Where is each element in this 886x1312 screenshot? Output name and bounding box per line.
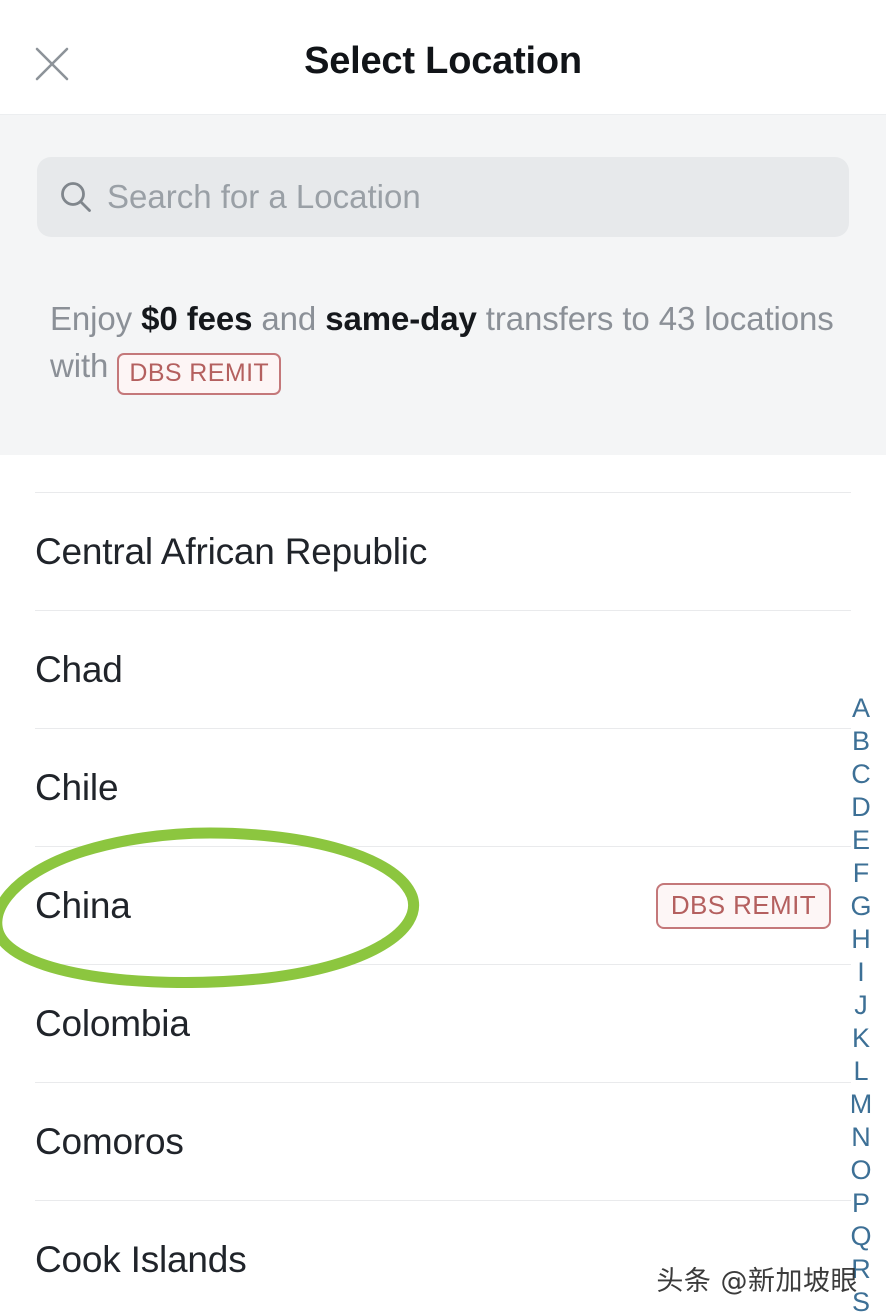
alpha-index-letter[interactable]: L xyxy=(853,1055,868,1088)
alpha-index-letter[interactable]: H xyxy=(851,923,871,956)
list-item-china[interactable]: China DBS REMIT xyxy=(35,846,851,964)
promo-bold-sameday: same-day xyxy=(325,300,476,337)
promo-band: Enjoy $0 fees and same-day transfers to … xyxy=(0,115,886,455)
list-item-label: Comoros xyxy=(35,1121,184,1163)
alpha-index-letter[interactable]: Q xyxy=(850,1220,871,1253)
list-item-label: China xyxy=(35,885,131,927)
alpha-index-letter[interactable]: B xyxy=(852,725,870,758)
alphabet-index[interactable]: A B C D E F G H I J K L M N O P Q R S T xyxy=(844,692,878,1312)
list-item[interactable]: Central African Republic xyxy=(35,492,851,610)
search-icon xyxy=(59,180,93,214)
alpha-index-letter[interactable]: D xyxy=(851,791,871,824)
promo-message: Enjoy $0 fees and same-day transfers to … xyxy=(50,295,840,395)
location-list[interactable]: Central African Republic Chad Chile Chin… xyxy=(0,455,886,1312)
promo-text-part2: and xyxy=(252,300,325,337)
page-title: Select Location xyxy=(0,40,886,83)
list-item-label: Colombia xyxy=(35,1003,190,1045)
list-item-label: Central African Republic xyxy=(35,531,427,573)
alpha-index-letter[interactable]: N xyxy=(851,1121,871,1154)
header: Select Location xyxy=(0,0,886,115)
promo-text-part1: Enjoy xyxy=(50,300,141,337)
select-location-screen: Select Location Enjoy $0 fees and same-d… xyxy=(0,0,886,1312)
alpha-index-letter[interactable]: I xyxy=(857,956,865,989)
search-input[interactable] xyxy=(107,178,797,216)
alpha-index-letter[interactable]: C xyxy=(851,758,871,791)
dbs-remit-badge: DBS REMIT xyxy=(117,353,281,395)
alpha-index-letter[interactable]: O xyxy=(850,1154,871,1187)
search-box[interactable] xyxy=(37,157,849,237)
alpha-index-letter[interactable]: A xyxy=(852,692,870,725)
watermark: 头条 @新加坡眼 xyxy=(656,1259,858,1298)
list-item-label: Chile xyxy=(35,767,118,809)
alpha-index-letter[interactable]: E xyxy=(852,824,870,857)
dbs-remit-badge: DBS REMIT xyxy=(656,883,831,929)
alpha-index-letter[interactable]: P xyxy=(852,1187,870,1220)
list-item-label: Chad xyxy=(35,649,123,691)
list-item-label: Cook Islands xyxy=(35,1239,247,1281)
alpha-index-letter[interactable]: J xyxy=(854,989,868,1022)
list-item[interactable]: Chad xyxy=(35,610,851,728)
alpha-index-letter[interactable]: M xyxy=(850,1088,873,1121)
row-badge-wrapper: DBS REMIT xyxy=(656,883,831,929)
list-item[interactable]: Comoros xyxy=(35,1082,851,1200)
alpha-index-letter[interactable]: K xyxy=(852,1022,870,1055)
alpha-index-letter[interactable]: F xyxy=(853,857,870,890)
alpha-index-letter[interactable]: G xyxy=(850,890,871,923)
list-item[interactable]: Colombia xyxy=(35,964,851,1082)
promo-bold-fees: $0 fees xyxy=(141,300,252,337)
list-item[interactable]: Chile xyxy=(35,728,851,846)
